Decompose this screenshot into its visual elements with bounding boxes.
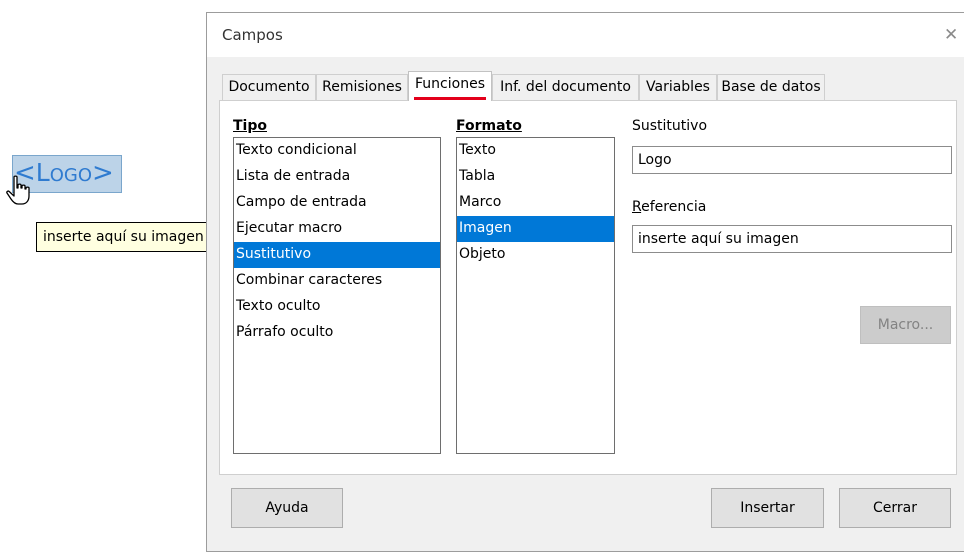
list-item[interactable]: Tabla (457, 164, 614, 190)
tab-remisiones[interactable]: Remisiones (316, 74, 408, 101)
list-item[interactable]: Lista de entrada (234, 164, 440, 190)
tooltip: inserte aquí su imagen (36, 222, 222, 252)
formato-list[interactable]: Texto Tabla Marco Imagen Objeto (456, 137, 615, 454)
list-item[interactable]: Texto (457, 138, 614, 164)
list-item[interactable]: Párrafo oculto (234, 320, 440, 346)
list-item[interactable]: Ejecutar macro (234, 216, 440, 242)
sustitutivo-input[interactable]: Logo (632, 146, 952, 174)
formato-label: Formato (456, 118, 522, 134)
tipo-list[interactable]: Texto condicional Lista de entrada Campo… (233, 137, 441, 454)
sustitutivo-label: Sustitutivo (632, 118, 708, 134)
list-item[interactable]: Campo de entrada (234, 190, 440, 216)
close-icon[interactable]: ✕ (944, 25, 958, 45)
tab-panel: Tipo Texto condicional Lista de entrada … (219, 100, 957, 475)
referencia-input[interactable]: inserte aquí su imagen (632, 225, 952, 253)
placeholder-rest: OGO (49, 165, 93, 186)
list-item[interactable]: Combinar caracteres (234, 268, 440, 294)
list-item-selected[interactable]: Sustitutivo (234, 242, 440, 268)
list-item[interactable]: Objeto (457, 242, 614, 268)
tab-funciones-label: Funciones (415, 76, 485, 92)
tipo-label: Tipo (233, 118, 267, 134)
fields-dialog: Campos ✕ Documento Remisiones Funciones … (206, 12, 964, 552)
tab-inf-documento[interactable]: Inf. del documento (492, 74, 639, 101)
active-tab-indicator (414, 97, 486, 100)
tab-variables[interactable]: Variables (639, 74, 717, 101)
list-item[interactable]: Marco (457, 190, 614, 216)
title-bar: Campos ✕ (207, 13, 964, 57)
hand-cursor-icon (6, 175, 30, 205)
tab-base-de-datos[interactable]: Base de datos (717, 74, 825, 101)
dialog-title: Campos (222, 26, 283, 44)
placeholder-gt: > (92, 158, 114, 188)
help-button[interactable]: Ayuda (231, 488, 343, 528)
insert-button[interactable]: Insertar (711, 488, 824, 528)
tab-documento[interactable]: Documento (222, 74, 316, 101)
close-button[interactable]: Cerrar (839, 488, 951, 528)
macro-button[interactable]: Macro... (860, 306, 951, 344)
list-item[interactable]: Texto condicional (234, 138, 440, 164)
list-item-selected[interactable]: Imagen (457, 216, 614, 242)
placeholder-first: L (35, 158, 50, 187)
tab-funciones[interactable]: Funciones (408, 71, 492, 101)
list-item[interactable]: Texto oculto (234, 294, 440, 320)
referencia-label: Referencia (632, 199, 707, 215)
